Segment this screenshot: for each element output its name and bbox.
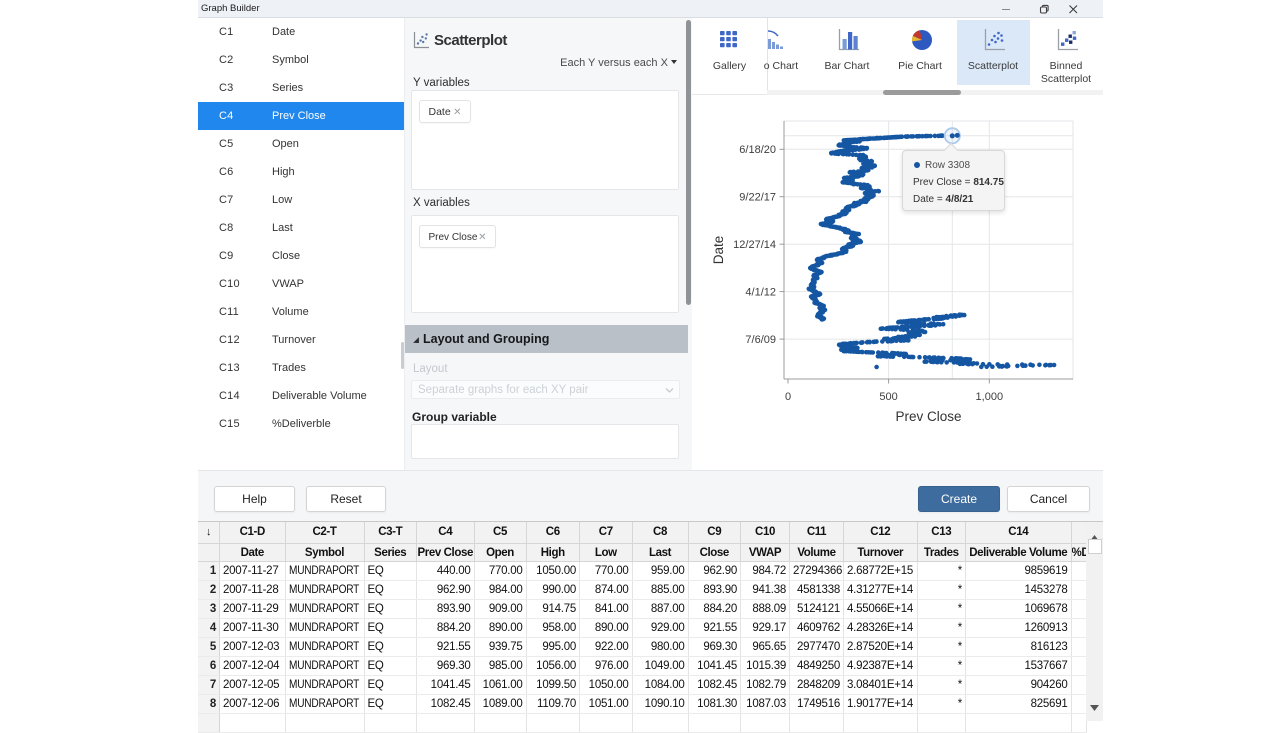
svg-text:0: 0 bbox=[785, 391, 791, 403]
svg-text:7/6/09: 7/6/09 bbox=[745, 334, 776, 346]
svg-text:Date: Date bbox=[711, 236, 726, 265]
svg-text:6/18/20: 6/18/20 bbox=[739, 144, 776, 156]
svg-text:4/1/12: 4/1/12 bbox=[745, 286, 776, 298]
svg-text:9/22/17: 9/22/17 bbox=[739, 191, 776, 203]
svg-text:1,000: 1,000 bbox=[976, 391, 1004, 403]
svg-text:500: 500 bbox=[879, 391, 897, 403]
svg-text:12/27/14: 12/27/14 bbox=[733, 239, 776, 251]
svg-text:Prev Close: Prev Close bbox=[895, 409, 961, 424]
